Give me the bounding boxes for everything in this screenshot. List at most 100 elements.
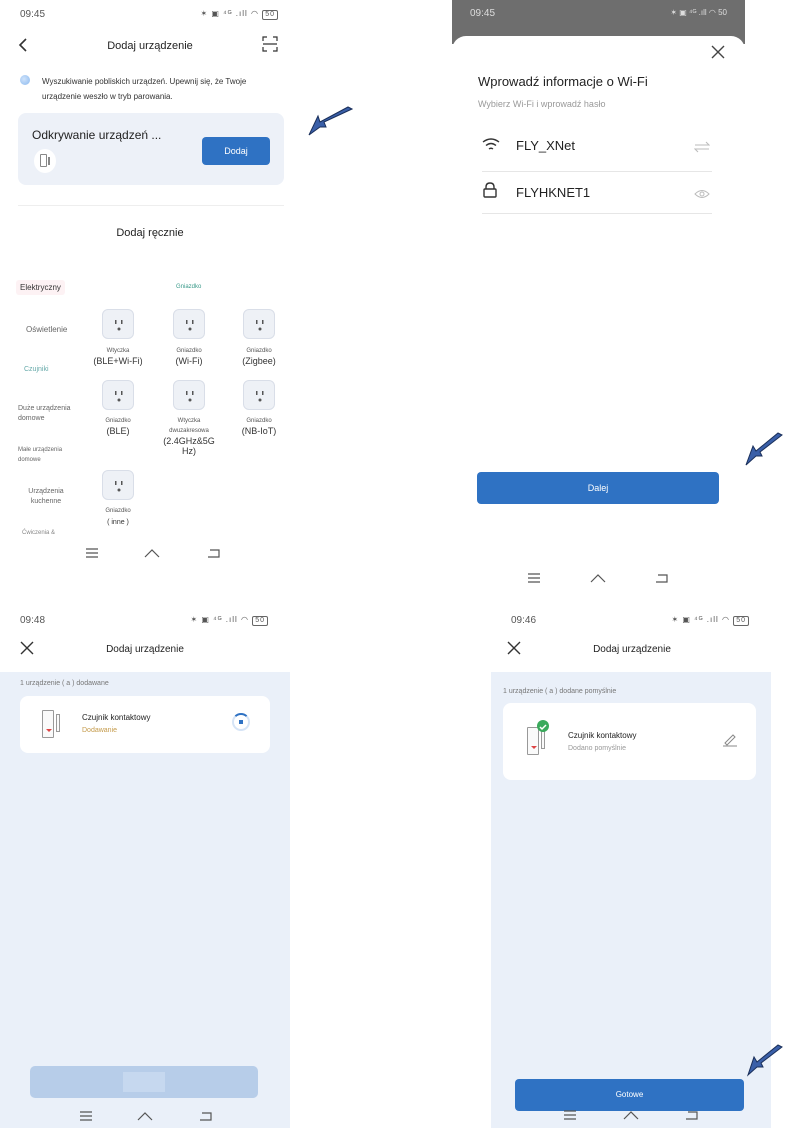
divider xyxy=(18,205,284,206)
close-icon[interactable] xyxy=(20,641,34,655)
close-icon[interactable] xyxy=(710,44,726,60)
pointer-arrow-icon xyxy=(746,1044,783,1077)
device-tile-gniazdko-nbiot[interactable] xyxy=(243,380,275,410)
socket-icon xyxy=(186,391,194,402)
device-label: Gniazdko (Wi-Fi) xyxy=(175,348,203,366)
count-text: 1 urządzenie ( a ) dodane pomyślnie xyxy=(503,688,617,695)
loading-icon xyxy=(20,75,30,85)
status-icons: ✶ ▣ ⁴ᴳ .ıll ◠ 50 xyxy=(671,615,749,626)
device-label: Gniazdko (NB-IoT) xyxy=(241,418,277,436)
category-duze-urzadzenia[interactable]: Duże urządzenia domowe xyxy=(18,404,80,424)
eye-icon[interactable] xyxy=(694,186,710,198)
pointer-arrow-icon xyxy=(308,106,354,136)
panel-add-device: 09:45 ✶ ▣ ⁴ᴳ .ıll ◠ 50 Dodaj urządzenie … xyxy=(0,0,300,570)
discovering-label: Odkrywanie urządzeń ... xyxy=(32,128,162,142)
success-check-icon xyxy=(537,720,549,732)
close-icon[interactable] xyxy=(507,641,521,655)
page-title: Dodaj urządzenie xyxy=(107,40,193,52)
device-label: Gniazdko (BLE) xyxy=(105,418,131,436)
back-nav-icon[interactable] xyxy=(194,1104,218,1128)
discovery-card: Odkrywanie urządzeń ... Dodaj xyxy=(18,113,284,185)
password-row[interactable]: FLYHKNET1 xyxy=(482,174,712,214)
device-label: Gniazdko (Zigbee) xyxy=(242,348,276,366)
panel-adding: 09:48 ✶ ▣ ⁴ᴳ .ıll ◠ 50 Dodaj urządzenie … xyxy=(0,606,290,1128)
category-urzadzenia-kuchenne[interactable]: Urządzenia kuchenne xyxy=(18,487,74,507)
socket-icon xyxy=(115,320,123,331)
category-czujniki[interactable]: Czujniki xyxy=(24,366,49,373)
device-tile-gniazdko-inne[interactable] xyxy=(102,470,134,500)
device-card: Czujnik kontaktowy Dodawanie xyxy=(20,696,270,753)
ssid-row[interactable]: FLY_XNet xyxy=(482,132,712,172)
battery-icon: 50 xyxy=(718,8,727,17)
lock-icon xyxy=(482,182,498,198)
back-nav-icon[interactable] xyxy=(202,541,226,565)
status-time: 09:45 xyxy=(20,9,46,20)
section-label: Gniazdko xyxy=(176,284,202,290)
pointer-arrow-icon xyxy=(745,432,783,466)
status-icons: ✶ ▣ ⁴ᴳ .ıll ◠ 50 xyxy=(670,8,727,17)
wifi-title: Wprowadź informacje o Wi-Fi xyxy=(478,74,648,89)
status-time: 09:46 xyxy=(511,615,537,626)
status-bar: 09:48 ✶ ▣ ⁴ᴳ .ıll ◠ 50 xyxy=(0,606,290,632)
battery-icon: 50 xyxy=(262,10,278,20)
category-oswietlenie[interactable]: Oświetlenie xyxy=(26,325,67,334)
status-bar: 09:45 ✶ ▣ ⁴ᴳ .ıll ◠ 50 xyxy=(0,0,300,26)
device-name: Czujnik kontaktowy xyxy=(82,713,151,722)
device-label: Wtyczka dwuzakresowa (2.4GHz&5G Hz) xyxy=(163,418,215,456)
status-icons: ✶ ▣ ⁴ᴳ .ıll ◠ 50 xyxy=(200,9,278,20)
search-text: Wyszukiwanie pobliskich urządzeń. Upewni… xyxy=(42,77,247,101)
battery-icon: 50 xyxy=(733,616,749,626)
loading-spinner-icon xyxy=(232,713,250,731)
scan-icon[interactable] xyxy=(262,36,278,52)
manual-add-label: Dodaj ręcznie xyxy=(116,227,184,239)
device-tile-gniazdko-ble[interactable] xyxy=(102,380,134,410)
category-male-urzadzenia[interactable]: Małe urządzenia domowe xyxy=(18,445,78,465)
category-elektryczny[interactable]: Elektryczny xyxy=(16,280,65,295)
status-time: 09:45 xyxy=(470,8,496,19)
menu-icon[interactable] xyxy=(558,1103,582,1127)
device-tile-wtyczka-ble-wifi[interactable] xyxy=(102,309,134,339)
sensor-icon xyxy=(42,710,54,738)
menu-icon[interactable] xyxy=(74,1104,98,1128)
back-nav-icon[interactable] xyxy=(680,1103,704,1127)
menu-icon[interactable] xyxy=(80,541,104,565)
device-tile-gniazdko-wifi[interactable] xyxy=(173,309,205,339)
socket-icon xyxy=(256,391,264,402)
home-icon[interactable] xyxy=(619,1103,643,1127)
device-status: Dodano pomyślnie xyxy=(568,745,626,752)
battery-icon: 50 xyxy=(252,616,268,626)
nav-bar xyxy=(452,566,745,590)
panel-added: 09:46 ✶ ▣ ⁴ᴳ .ıll ◠ 50 Dodaj urządzenie … xyxy=(491,606,771,1128)
sensor-icon xyxy=(40,154,47,167)
password-field[interactable]: FLYHKNET1 xyxy=(516,185,590,200)
home-icon[interactable] xyxy=(140,541,164,565)
home-icon[interactable] xyxy=(133,1104,157,1128)
panel-wifi: 09:45 ✶ ▣ ⁴ᴳ .ıll ◠ 50 Wprowadź informac… xyxy=(452,0,745,600)
device-card: Czujnik kontaktowy Dodano pomyślnie xyxy=(503,703,756,780)
page-title: Dodaj urządzenie xyxy=(593,644,671,655)
add-button[interactable]: Dodaj xyxy=(202,137,270,165)
socket-icon xyxy=(115,481,123,492)
nav-bar xyxy=(491,1103,771,1127)
menu-icon[interactable] xyxy=(522,566,546,590)
device-tile-wtyczka-dwuzakresowa[interactable] xyxy=(173,380,205,410)
home-icon[interactable] xyxy=(586,566,610,590)
next-button[interactable]: Dalej xyxy=(477,472,719,504)
back-icon[interactable] xyxy=(16,37,32,53)
back-nav-icon[interactable] xyxy=(650,566,674,590)
ssid-field[interactable]: FLY_XNet xyxy=(516,138,575,153)
page-title: Dodaj urządzenie xyxy=(106,644,184,655)
nav-bar xyxy=(0,1104,290,1128)
device-label: Gniazdko( inne ) xyxy=(105,508,131,526)
device-tile-gniazdko-zigbee[interactable] xyxy=(243,309,275,339)
device-status: Dodawanie xyxy=(82,727,118,734)
status-bar: 09:46 ✶ ▣ ⁴ᴳ .ıll ◠ 50 xyxy=(491,606,771,632)
socket-icon xyxy=(186,320,194,331)
category-cwiczenia[interactable]: Ćwiczenia & xyxy=(22,530,55,536)
disabled-button xyxy=(30,1066,258,1098)
edit-icon[interactable] xyxy=(722,733,738,747)
status-icons: ✶ ▣ ⁴ᴳ .ıll ◠ 50 xyxy=(190,615,268,626)
count-text: 1 urządzenie ( a ) dodawane xyxy=(20,680,109,687)
switch-network-icon[interactable] xyxy=(693,140,711,153)
wifi-sheet: Wprowadź informacje o Wi-Fi Wybierz Wi-F… xyxy=(452,36,745,600)
